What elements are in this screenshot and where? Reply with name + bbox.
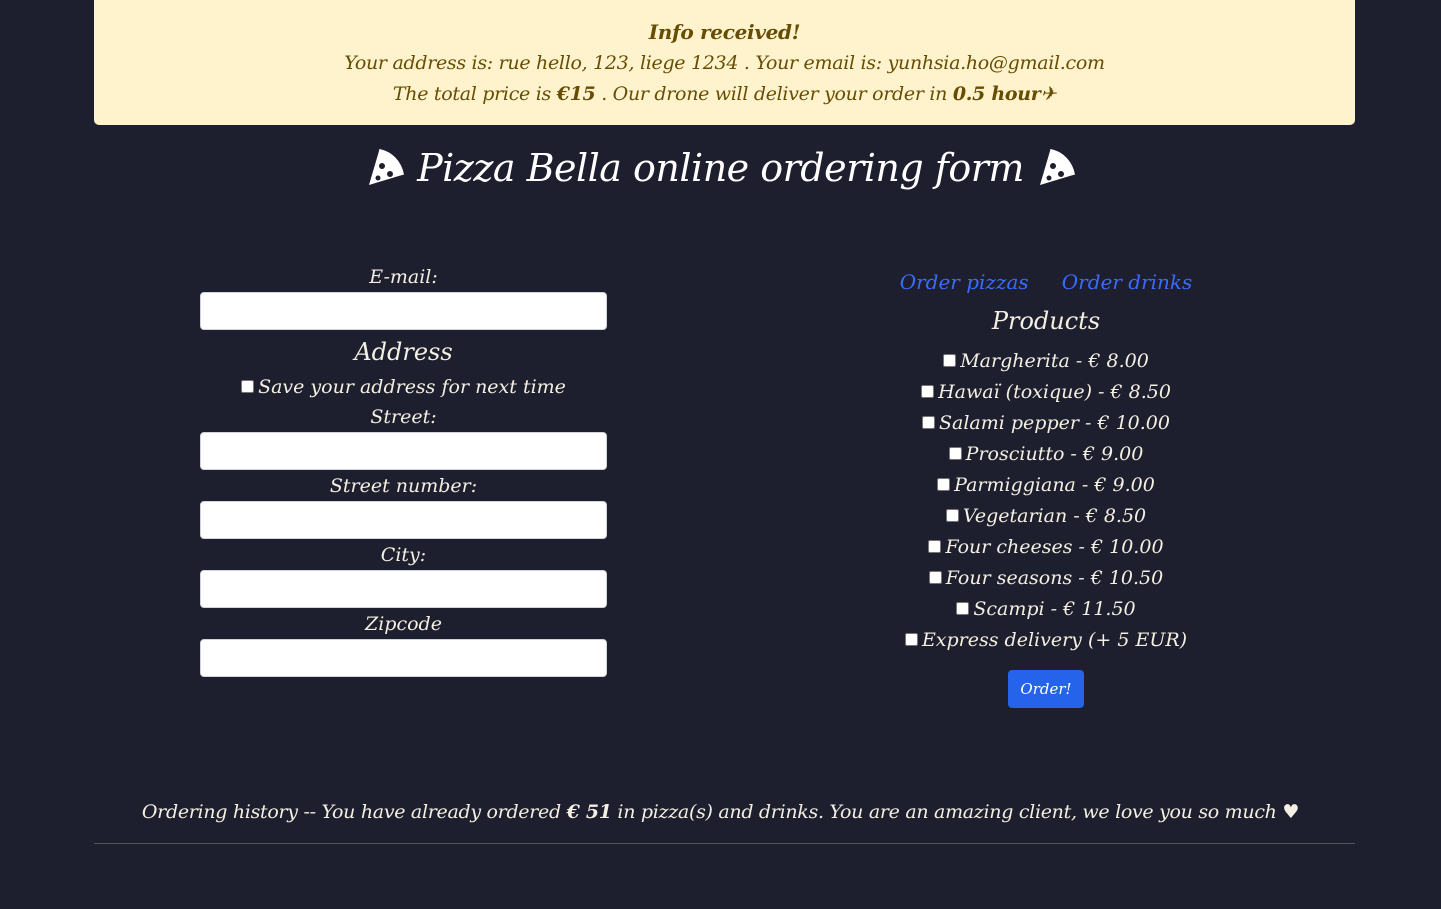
product-label: Parmiggiana - € 9.00 <box>954 474 1155 496</box>
street-number-field[interactable] <box>200 501 607 539</box>
product-label: Vegetarian - € 8.50 <box>962 505 1147 527</box>
plane-icon: ✈ <box>1040 83 1057 105</box>
product-item: Scampi - € 11.50 <box>845 594 1247 625</box>
product-item: Salami pepper - € 10.00 <box>845 408 1247 439</box>
pizza-slice-icon <box>365 147 405 200</box>
delivery-time: 0.5 hour <box>952 83 1041 105</box>
product-item: Hawaï (toxique) - € 8.50 <box>845 377 1247 408</box>
product-checkbox[interactable] <box>937 478 951 491</box>
price-prefix: The total price is <box>392 83 557 105</box>
email-prefix: . Your email is: <box>738 52 888 74</box>
save-address-label: Save your address for next time <box>258 376 566 398</box>
product-label: Margherita - € 8.00 <box>960 350 1149 372</box>
city-field[interactable] <box>200 570 607 608</box>
product-checkbox[interactable] <box>943 354 957 367</box>
order-drinks-link[interactable]: Order drinks <box>1062 270 1193 294</box>
product-label: Four seasons - € 10.50 <box>945 567 1164 589</box>
express-delivery-row: Express delivery (+ 5 EUR) <box>845 625 1247 656</box>
city-label: City: <box>380 544 427 566</box>
address-prefix: Your address is: <box>344 52 499 74</box>
history-prefix: Ordering history -- You have already ord… <box>141 801 567 823</box>
product-checkbox[interactable] <box>956 602 970 615</box>
order-button[interactable]: Order! <box>1008 670 1084 708</box>
order-links: Order pizzas Order drinks <box>845 270 1247 294</box>
product-item: Four seasons - € 10.50 <box>845 563 1247 594</box>
address-title: Address <box>354 338 453 366</box>
email-value: yunhsia.ho@gmail.com <box>887 52 1105 74</box>
info-alert: Info received! Your address is: rue hell… <box>94 0 1355 125</box>
order-pizzas-link[interactable]: Order pizzas <box>900 270 1029 294</box>
express-delivery-label: Express delivery (+ 5 EUR) <box>921 629 1188 651</box>
zipcode-label: Zipcode <box>365 613 442 635</box>
product-checkbox[interactable] <box>921 385 935 398</box>
email-field[interactable] <box>200 292 607 330</box>
address-value: rue hello, 123, liege 1234 <box>498 52 739 74</box>
street-label: Street: <box>370 406 437 428</box>
product-label: Prosciutto - € 9.00 <box>965 443 1144 465</box>
products-title: Products <box>991 307 1101 335</box>
product-list: Margherita - € 8.00 Hawaï (toxique) - € … <box>845 346 1247 656</box>
save-address-checkbox[interactable] <box>241 380 255 393</box>
divider <box>94 843 1355 844</box>
page-title-text: Pizza Bella online ordering form <box>417 146 1024 190</box>
product-checkbox[interactable] <box>948 447 962 460</box>
street-field[interactable] <box>200 432 607 470</box>
save-address-row: Save your address for next time <box>200 372 607 402</box>
email-label: E-mail: <box>369 266 438 288</box>
product-item: Parmiggiana - € 9.00 <box>845 470 1247 501</box>
express-delivery-checkbox[interactable] <box>904 633 918 646</box>
total-price: €15 <box>556 83 596 105</box>
product-item: Vegetarian - € 8.50 <box>845 501 1247 532</box>
pizza-slice-icon <box>1036 147 1076 200</box>
alert-heading: Info received! <box>648 20 801 44</box>
product-item: Margherita - € 8.00 <box>845 346 1247 377</box>
product-label: Scampi - € 11.50 <box>973 598 1136 620</box>
ordering-history: Ordering history -- You have already ord… <box>0 797 1441 827</box>
product-checkbox[interactable] <box>928 540 942 553</box>
alert-address-line: Your address is: rue hello, 123, liege 1… <box>94 48 1355 79</box>
history-amount: € 51 <box>566 801 612 823</box>
product-label: Hawaï (toxique) - € 8.50 <box>938 381 1171 403</box>
product-checkbox[interactable] <box>928 571 942 584</box>
product-checkbox[interactable] <box>922 416 936 429</box>
address-form: E-mail: Address Save your address for ne… <box>200 262 607 677</box>
zipcode-field[interactable] <box>200 639 607 677</box>
page-title: Pizza Bella online ordering form <box>0 142 1441 200</box>
product-item: Four cheeses - € 10.00 <box>845 532 1247 563</box>
product-label: Salami pepper - € 10.00 <box>939 412 1170 434</box>
street-number-label: Street number: <box>329 475 478 497</box>
history-suffix: in pizza(s) and drinks. You are an amazi… <box>611 801 1300 823</box>
order-panel: Order pizzas Order drinks Products Margh… <box>845 270 1247 708</box>
alert-price-line: The total price is €15 . Our drone will … <box>94 79 1355 110</box>
delivery-prefix: . Our drone will deliver your order in <box>595 83 953 105</box>
product-label: Four cheeses - € 10.00 <box>945 536 1164 558</box>
product-checkbox[interactable] <box>945 509 959 522</box>
product-item: Prosciutto - € 9.00 <box>845 439 1247 470</box>
